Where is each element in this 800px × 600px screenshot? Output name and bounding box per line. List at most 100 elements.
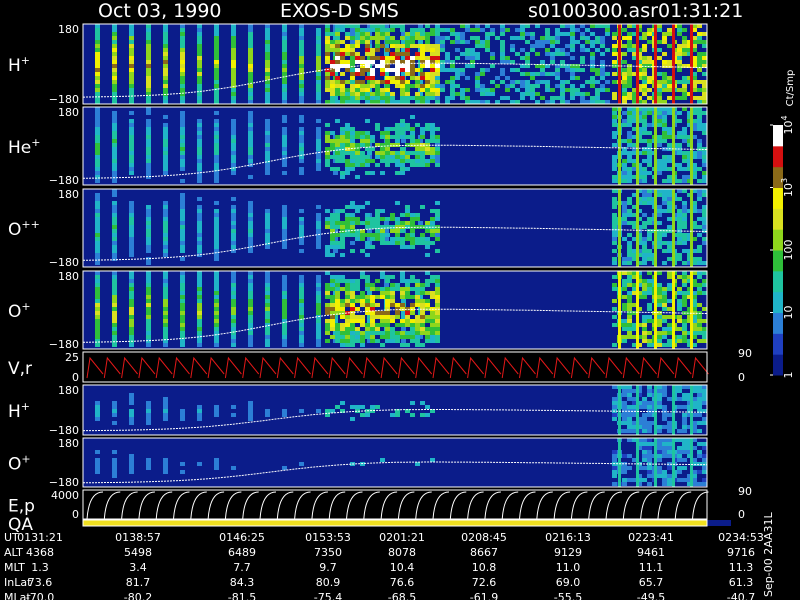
spectrogram-cell — [375, 209, 380, 213]
spectrogram-cell — [490, 52, 495, 56]
spectrogram-cell — [355, 151, 360, 155]
spectrogram-cell — [248, 52, 253, 56]
spectrogram-cell — [425, 339, 430, 343]
spectrogram-cell — [365, 64, 370, 68]
spectrogram-cell — [642, 397, 647, 401]
spectrogram-cell — [325, 287, 330, 291]
spectrogram-cell — [612, 36, 617, 40]
spectrogram-cell — [636, 189, 639, 267]
spectrogram-cell — [95, 319, 100, 323]
spectrogram-cell — [365, 335, 370, 339]
spectrogram-cell — [460, 92, 465, 96]
spectrogram-cell — [355, 163, 360, 167]
header-mission: EXOS-D SMS — [280, 0, 399, 22]
spectrogram-cell — [667, 241, 672, 245]
spectrogram-cell — [395, 307, 400, 311]
spectrogram-cell — [355, 217, 360, 221]
spectrogram-cell — [697, 217, 702, 221]
spectrogram-cell — [265, 24, 270, 28]
spectrogram-cell — [325, 159, 330, 163]
spectrogram-cell — [642, 413, 647, 417]
spectrogram-cell — [350, 135, 355, 139]
spectrogram-cell — [647, 237, 652, 241]
spectrogram-cell — [647, 147, 652, 151]
spectrogram-cell — [430, 275, 435, 279]
spectrogram-cell — [316, 221, 321, 225]
spectrogram-cell — [129, 331, 134, 335]
spectrogram-cell — [647, 474, 652, 478]
spectrogram-cell — [654, 385, 657, 435]
spectrogram-cell — [400, 24, 405, 28]
spectrogram-cell — [95, 56, 100, 60]
spectrogram-cell — [545, 28, 550, 32]
spectrogram-cell — [612, 119, 617, 123]
spectrogram-cell — [380, 28, 385, 32]
spectrogram-cell — [515, 80, 520, 84]
spectrogram-cell — [420, 72, 425, 76]
spectrogram-cell — [360, 331, 365, 335]
spectrogram-cell — [325, 409, 330, 413]
spectrogram-cell — [595, 72, 600, 76]
spectrogram-cell — [682, 135, 687, 139]
spectrogram-cell — [112, 275, 117, 279]
spectrogram-cell — [214, 159, 219, 163]
spectrogram-cell — [370, 52, 375, 56]
spectrogram-cell — [282, 88, 287, 92]
spectrogram-cell — [365, 44, 370, 48]
spectrogram-cell — [515, 52, 520, 56]
spectrogram-cell — [333, 171, 338, 175]
spectrogram-cell — [450, 68, 455, 72]
spectrogram-cell — [642, 100, 647, 104]
spectrogram-cell — [129, 28, 134, 32]
spectrogram-cell — [415, 96, 420, 100]
spectrogram-cell — [282, 303, 287, 307]
spectrogram-cell — [390, 339, 395, 343]
spectrogram-cell — [702, 131, 707, 135]
spectrogram-cell — [360, 135, 365, 139]
spectrogram-cell — [702, 417, 707, 421]
spectrogram-cell — [384, 283, 389, 287]
spectrogram-cell — [682, 299, 687, 303]
spectrogram-cell — [647, 389, 652, 393]
spectrogram-cell — [420, 233, 425, 237]
spectrogram-cell — [520, 84, 525, 88]
spectrogram-cell — [627, 72, 632, 76]
spectrogram-cell — [146, 107, 151, 111]
spectrogram-cell — [299, 60, 304, 64]
spectrogram-cell — [385, 323, 390, 327]
spectrogram-cell — [612, 205, 617, 209]
spectrogram-cell — [672, 271, 675, 349]
spectrogram-cell — [667, 107, 672, 111]
spectrogram-cell — [420, 52, 425, 56]
spectrogram-cell — [385, 155, 390, 159]
spectrogram-cell — [385, 100, 390, 104]
spectrogram-cell — [390, 80, 395, 84]
spectrogram-cell — [395, 217, 400, 221]
spectrogram-cell — [622, 28, 627, 32]
spectrogram-cell — [325, 32, 330, 36]
spectrogram-cell — [265, 343, 270, 347]
spectrogram-cell — [385, 241, 390, 245]
spectrogram-cell — [355, 68, 360, 72]
spectrogram-cell — [350, 40, 355, 44]
spectrogram-cell — [415, 331, 420, 335]
spectrogram-cell — [657, 209, 662, 213]
spectrogram-cell — [180, 163, 185, 167]
spectrogram-cell — [667, 323, 672, 327]
spectrogram-cell — [129, 217, 134, 221]
spectrogram-cell — [231, 197, 236, 201]
spectrogram-cell — [265, 167, 270, 171]
spectrogram-cell — [380, 100, 385, 104]
spectrogram-cell — [667, 474, 672, 478]
spectrogram-cell — [667, 60, 672, 64]
spectrogram-cell — [265, 413, 270, 417]
spectrogram-cell — [350, 417, 355, 421]
spectrogram-cell — [214, 28, 219, 32]
spectrogram-cell — [400, 80, 405, 84]
spectrogram-cell — [555, 48, 560, 52]
spectrogram-cell — [657, 343, 662, 347]
spectrogram-cell — [370, 48, 375, 52]
spectrogram-cell — [415, 155, 420, 159]
spectrogram-cell — [682, 335, 687, 339]
spectrogram-cell — [248, 147, 253, 151]
